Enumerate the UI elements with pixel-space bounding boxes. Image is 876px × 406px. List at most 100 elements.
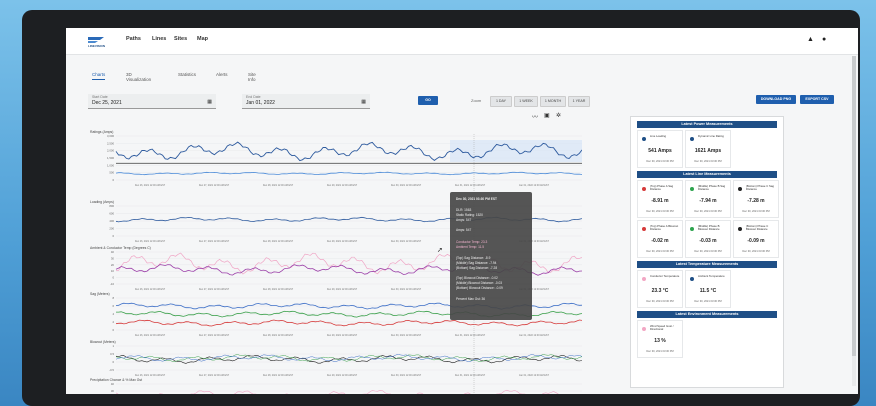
tooltip-line: Ambient Temp: 11.5 (456, 245, 485, 249)
x-tick-label: Dec 28, 2021 12:00 AM EST (263, 334, 294, 337)
tooltip-line: (Top) Sag Distance: -8.9 (456, 256, 491, 260)
start-date-field[interactable]: Start Date Dec 25, 2021 ▦ (88, 94, 216, 109)
series-dot-icon (642, 187, 646, 191)
measurement-name: (Middle) Phase B Sag Distance (698, 184, 726, 192)
tooltip-line: Static Rating: 1520 (456, 213, 483, 217)
measurement-card: (Middle) Phase B Blowout Distance -0.03 m… (685, 220, 731, 258)
x-tick-label: Dec 31, 2021 12:00 AM EST (455, 374, 486, 377)
tooltip-line: Percent Max Gst: 36 (456, 297, 486, 301)
gear-icon[interactable]: ✲ (556, 112, 561, 119)
measurement-time: Dec 30, 2021 03:30 PM (742, 210, 770, 213)
series-dot-icon (642, 277, 646, 281)
tooltip-line: (Middle) Blowout Distance: -0.03 (456, 281, 503, 285)
linevision-logo-icon[interactable]: LINEVISION (86, 34, 114, 48)
chart-title: Sag (Meters) (90, 292, 110, 296)
line-card-title: Latest Line Measurements (637, 171, 777, 178)
y-tick-label: 1,500 (107, 156, 114, 160)
tab-site-info[interactable]: Site Info (248, 72, 256, 82)
x-tick-label: Dec 26, 2021 12:00 AM EST (135, 184, 166, 187)
tab-3d-visualization[interactable]: 3D Visualization (126, 72, 151, 82)
y-tick-label: 500 (109, 171, 114, 175)
measurement-value: 23.3 °C (651, 288, 669, 294)
trend-icon[interactable]: 〰 (532, 112, 538, 121)
x-tick-label: Dec 30, 2021 12:00 AM EST (391, 240, 422, 243)
x-tick-label: Dec 31, 2021 12:00 AM EST (455, 334, 486, 337)
y-tick-label: 40 (111, 382, 115, 386)
x-tick-label: Dec 29, 2021 12:00 AM EST (327, 334, 358, 337)
tab-charts[interactable]: Charts (92, 72, 106, 80)
end-date-value: Jan 01, 2022 (246, 100, 275, 106)
y-tick-label: 3,000 (107, 134, 114, 138)
scrollbar-thumb[interactable] (852, 56, 856, 356)
x-tick-label: Jan 01, 2022 12:00 AM EST (519, 184, 549, 187)
x-tick-label: Dec 26, 2021 12:00 AM EST (135, 288, 166, 291)
measurement-time: Dec 30, 2021 03:30 PM (694, 160, 722, 163)
nav-map[interactable]: Map (197, 36, 208, 42)
measurement-time: Dec 30, 2021 03:30 PM (646, 160, 674, 163)
x-tick-label: Dec 30, 2021 12:00 AM EST (391, 288, 422, 291)
measurement-card: (Bottom) Phase C Blowout Distance -0.09 m… (733, 220, 779, 258)
nav-lines[interactable]: Lines (152, 36, 166, 42)
calendar-icon[interactable]: ▦ (361, 99, 366, 105)
page-scrollbar[interactable] (852, 56, 856, 386)
image-icon[interactable]: ▣ (544, 112, 550, 119)
zoom-1-day-button[interactable]: 1 DAY (490, 96, 512, 107)
zoom-1-year-button[interactable]: 1 YEAR (568, 96, 590, 107)
y-tick-label: 600 (109, 212, 114, 216)
measurement-time: Dec 30, 2021 03:30 PM (646, 210, 674, 213)
export-csv-button[interactable]: EXPORT CSV (800, 95, 834, 104)
end-date-label: End Date (246, 95, 261, 99)
measurement-card: (Top) Phase A Sag Distance -8.91 m Dec 30,… (637, 180, 683, 218)
series-dot-icon (738, 227, 742, 231)
y-tick-label: 0 (112, 276, 114, 280)
end-date-field[interactable]: End Date Jan 01, 2022 ▦ (242, 94, 370, 109)
x-tick-label: Jan 01, 2022 12:00 AM EST (519, 334, 549, 337)
x-tick-label: Dec 29, 2021 12:00 AM EST (327, 240, 358, 243)
y-tick-label: 0 (112, 178, 114, 182)
measurement-card: Wind Speed Gust / Directional 13 % Dec 30,… (637, 320, 683, 358)
measurement-time: Dec 30, 2021 03:30 PM (694, 210, 722, 213)
go-button[interactable]: GO (418, 96, 438, 105)
tab-alerts[interactable]: Alerts (216, 72, 228, 77)
measurement-time: Dec 30, 2021 03:30 PM (742, 250, 770, 253)
measurement-name: Line Loading (650, 134, 667, 138)
account-icon[interactable]: ● (822, 36, 826, 43)
nav-sites[interactable]: Sites (174, 36, 187, 42)
y-tick-label: 2 (112, 320, 114, 324)
warning-triangle-icon[interactable]: ▲ (807, 36, 814, 43)
y-tick-label: -10 (110, 282, 114, 286)
chart-title: Ambient & Conductor Temp (Degrees C) (90, 246, 151, 250)
tab-statistics[interactable]: Statistics (178, 72, 196, 77)
zoom-1-week-button[interactable]: 1 WEEK (514, 96, 538, 107)
measurement-name: (Middle) Phase B Blowout Distance (698, 224, 720, 232)
series-dot-icon (690, 137, 694, 141)
monitor-frame: LINEVISION Paths Lines Sites Map ▲ ● Cha… (22, 10, 860, 406)
zoom-1-month-button[interactable]: 1 MONTH (540, 96, 566, 107)
measurement-time: Dec 30, 2021 03:30 PM (646, 300, 674, 303)
measurement-value: -7.28 m (747, 198, 765, 204)
x-tick-label: Dec 26, 2021 12:00 AM EST (135, 374, 166, 377)
tooltip-time: Dec 30, 2021 03:30 PM EST (456, 197, 497, 201)
measurement-time: Dec 30, 2021 03:30 PM (694, 300, 722, 303)
calendar-icon[interactable]: ▦ (207, 99, 212, 105)
measurement-name: Wind Speed Gust / Directional (650, 324, 674, 332)
y-tick-label: 800 (109, 204, 114, 208)
tooltip-line: (Bottom) Sag Distance: -7.28 (456, 266, 498, 270)
series-dot-icon (642, 227, 646, 231)
measurement-value: -8.91 m (651, 198, 669, 204)
y-tick-label: 30 (111, 389, 115, 393)
download-png-button[interactable]: DOWNLOAD PNG (756, 95, 796, 104)
measurement-name: Conductor Temperature (650, 274, 680, 278)
x-tick-label: Dec 27, 2021 12:00 AM EST (199, 334, 230, 337)
nav-paths[interactable]: Paths (126, 36, 141, 42)
y-tick-label: 2,500 (107, 141, 114, 145)
tooltip-line: (Bottom) Blowout Distance: -0.09 (456, 286, 503, 290)
measurement-name: (Top) Phase A Sag Distance (650, 184, 674, 192)
x-tick-label: Dec 26, 2021 12:00 AM EST (135, 334, 166, 337)
series-dot-icon (690, 227, 694, 231)
zoom-label: Zoom (471, 98, 482, 103)
x-tick-label: Jan 01, 2022 12:00 AM EST (519, 374, 549, 377)
power-card-title: Latest Power Measurements (637, 121, 777, 128)
x-tick-label: Dec 28, 2021 12:00 AM EST (263, 184, 294, 187)
measurement-card: Line Loading 541 Amps Dec 30, 2021 03:30 P… (637, 130, 683, 168)
